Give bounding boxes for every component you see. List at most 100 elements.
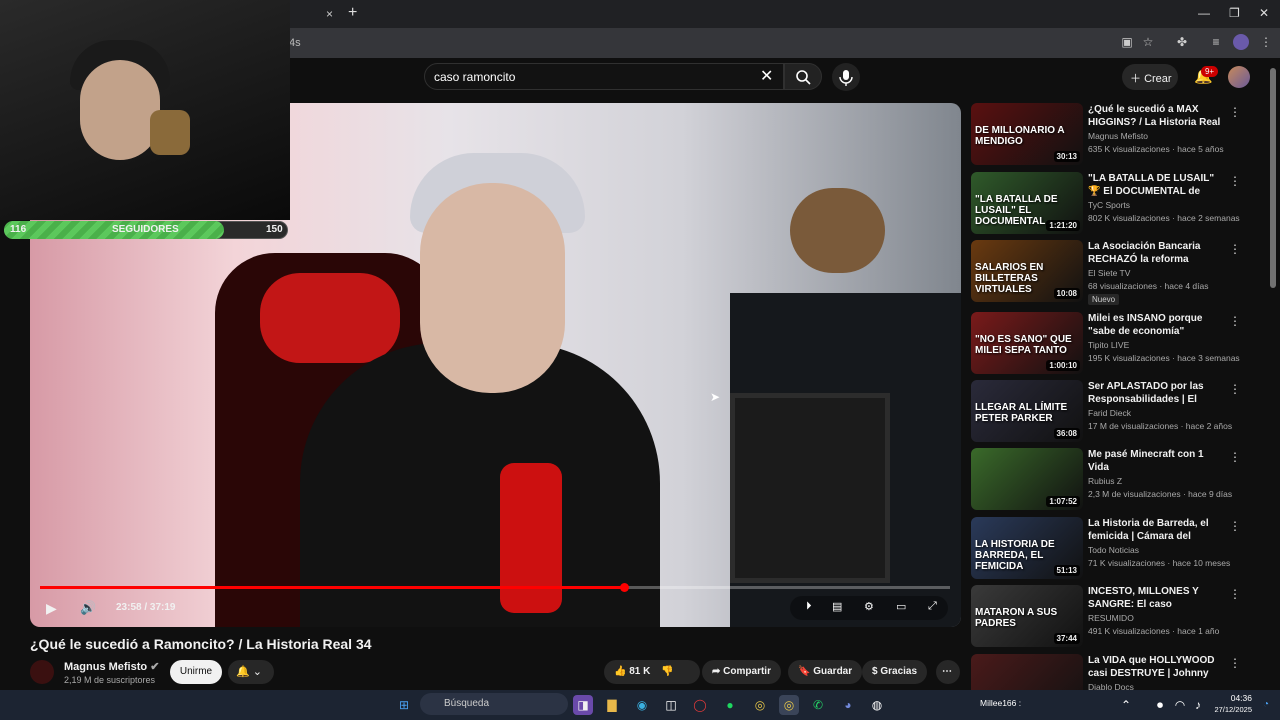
- clear-search-icon[interactable]: ✕: [760, 66, 773, 86]
- spotify-icon[interactable]: ●: [720, 695, 740, 715]
- discord-icon[interactable]: ◕: [838, 695, 858, 715]
- more-options-icon[interactable]: ⋮: [1229, 656, 1241, 670]
- join-button[interactable]: Unirme: [170, 660, 222, 684]
- notification-center-icon[interactable]: ◔: [1256, 695, 1276, 715]
- thanks-button[interactable]: $ Gracias: [862, 660, 928, 684]
- more-options-icon[interactable]: ⋮: [1229, 382, 1241, 396]
- thumbs-down-icon[interactable]: 👎: [661, 666, 673, 677]
- tab-close-button[interactable]: ×: [326, 7, 333, 21]
- store-icon[interactable]: ◫: [661, 695, 681, 715]
- recommendation-item[interactable]: 1:07:52 Me pasé Minecraft con 1 Vida Rubiu…: [971, 448, 1241, 510]
- new-tab-button[interactable]: +: [348, 4, 357, 22]
- more-actions-icon[interactable]: ⋯: [936, 660, 960, 684]
- scrollbar[interactable]: [1270, 68, 1276, 288]
- channel-name[interactable]: Magnus Mefisto ✔: [64, 660, 159, 673]
- more-options-icon[interactable]: ⋮: [1229, 174, 1241, 188]
- wifi-icon[interactable]: ◠: [1170, 695, 1190, 715]
- recommendation-title[interactable]: La Historia de Barreda, el femicida | Cá…: [1088, 517, 1223, 543]
- more-options-icon[interactable]: ⋮: [1229, 587, 1241, 601]
- recommendation-item[interactable]: LLEGAR AL LÍMITE PETER PARKER 36:08 Ser AP…: [971, 380, 1241, 442]
- more-options-icon[interactable]: ⋮: [1229, 105, 1241, 119]
- volume-icon[interactable]: 🔊: [80, 600, 96, 616]
- search-button[interactable]: [784, 63, 822, 90]
- clock-date[interactable]: 27/12/2025: [1210, 705, 1252, 714]
- recommendation-channel[interactable]: Rubius Z: [1088, 476, 1122, 486]
- recommendation-title[interactable]: ¿Qué le sucedió a MAX HIGGINS? / La Hist…: [1088, 103, 1223, 129]
- recommendation-channel[interactable]: El Siete TV: [1088, 268, 1130, 278]
- tray-notification[interactable]: Millee166 :: [980, 698, 1021, 708]
- recommendation-title[interactable]: La VIDA que HOLLYWOOD casi DESTRUYE | Jo…: [1088, 654, 1223, 680]
- share-button[interactable]: ➦ Compartir: [702, 660, 781, 684]
- fullscreen-icon[interactable]: ⤢: [928, 600, 937, 613]
- opera-icon[interactable]: ◯: [690, 695, 710, 715]
- recommendation-title[interactable]: "LA BATALLA DE LUSAIL" 🏆 El DOCUMENTAL d…: [1088, 172, 1223, 198]
- bookmark-star-icon[interactable]: ☆: [1140, 34, 1156, 50]
- speaker-icon[interactable]: ♪: [1188, 695, 1208, 715]
- autoplay-toggle-icon[interactable]: ⏵: [806, 600, 812, 613]
- save-button[interactable]: 🔖 Guardar: [788, 660, 863, 684]
- obs-icon[interactable]: ◍: [867, 695, 887, 715]
- recommendation-thumbnail[interactable]: SALARIOS EN BILLETERAS VIRTUALES 10:08: [971, 240, 1083, 302]
- recommendation-title[interactable]: Ser APLASTADO por las Responsabilidades …: [1088, 380, 1223, 406]
- url-text[interactable]: 4s: [289, 37, 301, 49]
- play-icon[interactable]: ▶: [46, 600, 57, 617]
- edge-icon[interactable]: ◉: [632, 695, 652, 715]
- extensions-icon[interactable]: ✤: [1174, 34, 1190, 50]
- recommendation-thumbnail[interactable]: "NO ES SANO" QUE MILEI SEPA TANTO 1:00:10: [971, 312, 1083, 374]
- browser-tab[interactable]: ×: [290, 2, 346, 26]
- more-options-icon[interactable]: ⋮: [1229, 450, 1241, 464]
- recommendation-thumbnail[interactable]: MATARON A SUS PADRES 37:44: [971, 585, 1083, 647]
- recommendation-channel[interactable]: Farid Dieck: [1088, 408, 1131, 418]
- more-options-icon[interactable]: ⋮: [1229, 314, 1241, 328]
- recommendation-item[interactable]: DE MILLONARIO A MENDIGO 30:13 ¿Qué le suce…: [971, 103, 1241, 165]
- recommendation-thumbnail[interactable]: "LA BATALLA DE LUSAIL" EL DOCUMENTAL 1:21…: [971, 172, 1083, 234]
- recommendation-channel[interactable]: RESUMIDO: [1088, 613, 1134, 623]
- recommendation-item[interactable]: "NO ES SANO" QUE MILEI SEPA TANTO 1:00:10…: [971, 312, 1241, 374]
- cast-icon[interactable]: ▣: [1119, 34, 1135, 50]
- subtitles-icon[interactable]: ▤: [832, 600, 842, 613]
- maximize-button[interactable]: ❐: [1229, 6, 1240, 20]
- recommendation-title[interactable]: Me pasé Minecraft con 1 Vida: [1088, 448, 1223, 474]
- windows-start-icon[interactable]: ⊞: [394, 695, 414, 715]
- recommendation-thumbnail[interactable]: 1:07:52: [971, 448, 1083, 510]
- subscription-bell-button[interactable]: 🔔 ⌄: [228, 660, 274, 684]
- chrome-active-icon[interactable]: ◎: [779, 695, 799, 715]
- progress-scrubber[interactable]: [620, 583, 629, 592]
- more-options-icon[interactable]: ⋮: [1229, 242, 1241, 256]
- recommendation-item[interactable]: MATARON A SUS PADRES 37:44 INCESTO, MILLON…: [971, 585, 1241, 647]
- taskbar-search[interactable]: Búsqueda: [420, 693, 568, 715]
- settings-gear-icon[interactable]: ⚙: [864, 600, 874, 613]
- chrome-icon[interactable]: ◎: [750, 695, 770, 715]
- browser-menu-icon[interactable]: ⋮: [1258, 34, 1274, 50]
- minimize-button[interactable]: —: [1198, 6, 1210, 20]
- tray-chevron-icon[interactable]: ⌃: [1116, 695, 1136, 715]
- profile-icon[interactable]: [1233, 34, 1249, 50]
- recommendation-channel[interactable]: Magnus Mefisto: [1088, 131, 1148, 141]
- search-input[interactable]: caso ramoncito: [434, 70, 515, 84]
- channel-name-text[interactable]: Magnus Mefisto: [64, 661, 147, 673]
- recommendation-title[interactable]: La Asociación Bancaria RECHAZÓ la reform…: [1088, 240, 1223, 266]
- file-explorer-icon[interactable]: ▇: [602, 695, 622, 715]
- recommendation-item[interactable]: LA HISTORIA DE BARREDA, EL FEMICIDA 51:13…: [971, 517, 1241, 579]
- channel-avatar[interactable]: [30, 660, 54, 684]
- recommendation-title[interactable]: INCESTO, MILLONES Y SANGRE: El caso Scho…: [1088, 585, 1223, 611]
- recommendation-thumbnail[interactable]: DE MILLONARIO A MENDIGO 30:13: [971, 103, 1083, 165]
- recommendation-channel[interactable]: Tipito LIVE: [1088, 340, 1129, 350]
- recommendation-thumbnail[interactable]: LLEGAR AL LÍMITE PETER PARKER 36:08: [971, 380, 1083, 442]
- voice-search-button[interactable]: [832, 63, 860, 91]
- recommendation-item[interactable]: "LA BATALLA DE LUSAIL" EL DOCUMENTAL 1:21…: [971, 172, 1241, 234]
- recommendation-title[interactable]: Milei es INSANO porque "sabe de economía…: [1088, 312, 1223, 338]
- recommendation-item[interactable]: SALARIOS EN BILLETERAS VIRTUALES 10:08 La …: [971, 240, 1241, 305]
- user-avatar[interactable]: [1228, 66, 1250, 88]
- theater-mode-icon[interactable]: ▭: [896, 600, 906, 613]
- like-button[interactable]: 👍 81 K 👎: [604, 660, 700, 684]
- mic-tray-icon[interactable]: ⏺: [1150, 695, 1170, 715]
- whatsapp-icon[interactable]: ✆: [808, 695, 828, 715]
- clock-time[interactable]: 04:36: [1222, 693, 1252, 703]
- close-window-button[interactable]: ✕: [1259, 6, 1269, 20]
- recommendation-channel[interactable]: Todo Noticias: [1088, 545, 1139, 555]
- more-options-icon[interactable]: ⋮: [1229, 519, 1241, 533]
- create-button[interactable]: ＋ Crear: [1122, 64, 1178, 90]
- taskview-icon[interactable]: ◨: [573, 695, 593, 715]
- recommendation-thumbnail[interactable]: LA HISTORIA DE BARREDA, EL FEMICIDA 51:13: [971, 517, 1083, 579]
